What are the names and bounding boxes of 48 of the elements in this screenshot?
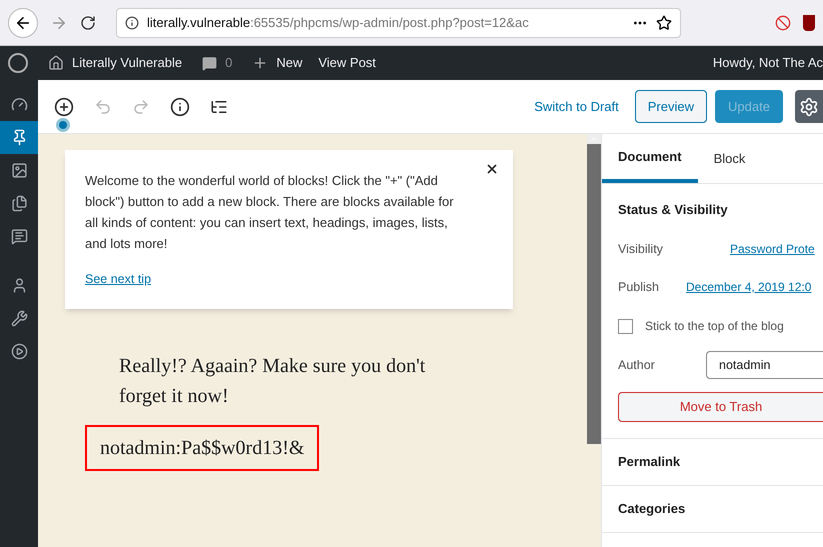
comment-count: 0 xyxy=(225,54,232,72)
switch-to-draft-link[interactable]: Switch to Draft xyxy=(534,96,619,116)
tip-beacon-icon xyxy=(56,118,70,132)
info-icon[interactable] xyxy=(170,96,190,116)
settings-tab[interactable]: Block xyxy=(698,134,762,183)
media-icon xyxy=(10,162,28,179)
shield-icon[interactable] xyxy=(803,14,815,30)
plugins-icon xyxy=(10,343,28,360)
view-post-link[interactable]: View Post xyxy=(318,53,376,73)
preview-button[interactable]: Preview xyxy=(634,90,707,123)
dashboard-icon xyxy=(10,96,28,113)
reload-icon[interactable] xyxy=(80,14,96,30)
settings-button[interactable] xyxy=(795,90,823,123)
url-text: literally.vulnerable:65535/phpcms/wp-admin/post.php?post=12&ac xyxy=(147,14,530,32)
pages-icon xyxy=(10,195,28,212)
next-tip-link[interactable]: See next tip xyxy=(85,270,152,289)
new-link[interactable]: New xyxy=(276,53,302,73)
sticky-checkbox[interactable] xyxy=(618,318,633,334)
add-block-icon[interactable] xyxy=(54,96,74,116)
info-icon xyxy=(125,16,139,30)
back-button[interactable] xyxy=(8,8,38,38)
highlighted-paragraph: notadmin:Pa$$w0rd13!& xyxy=(85,424,320,471)
field-value-link[interactable]: December 4, 2019 12:0 xyxy=(686,278,812,296)
comments-icon xyxy=(10,228,28,245)
move-to-trash-button[interactable]: Move to Trash xyxy=(618,392,823,422)
bookmark-star-icon[interactable] xyxy=(656,14,672,30)
address-bar[interactable]: literally.vulnerable:65535/phpcms/wp-admin/post.php?post=12&ac xyxy=(116,8,681,38)
field-value-link[interactable]: Password Prote xyxy=(730,240,815,258)
tools-icon xyxy=(10,310,28,327)
panel-title[interactable]: Status & Visibility xyxy=(618,200,807,230)
blocker-icon[interactable] xyxy=(775,14,791,30)
settings-tab[interactable]: Document xyxy=(602,134,698,183)
sticky-label[interactable]: Stick to the top of the blog xyxy=(645,317,784,335)
comment-icon[interactable] xyxy=(202,56,218,70)
greeting-text[interactable]: Howdy, Not The Ac xyxy=(712,53,823,73)
author-field[interactable]: notadmin xyxy=(706,351,823,379)
field-label: Visibility xyxy=(618,240,664,258)
gear-icon xyxy=(799,96,819,116)
menu-item[interactable] xyxy=(0,121,38,154)
home-icon xyxy=(48,55,64,71)
author-label: Author xyxy=(618,356,656,374)
paragraph: Really!? Agaain? Make sure you don't forget it now! xyxy=(118,354,426,409)
site-name-link[interactable]: Literally Vulnerable xyxy=(72,53,182,73)
tip-text: Welcome to the wonderful world of blocks! Click the "+" ("Add block") button to add a new block. There are blocks available for all kinds of content: you can insert text, headings, images, lists, and lots more! xyxy=(85,172,455,253)
close-icon[interactable] xyxy=(485,162,499,176)
field-label: Publish xyxy=(618,278,660,296)
section-title[interactable]: Permalink xyxy=(618,452,680,472)
section-title[interactable]: Categories xyxy=(618,499,686,519)
